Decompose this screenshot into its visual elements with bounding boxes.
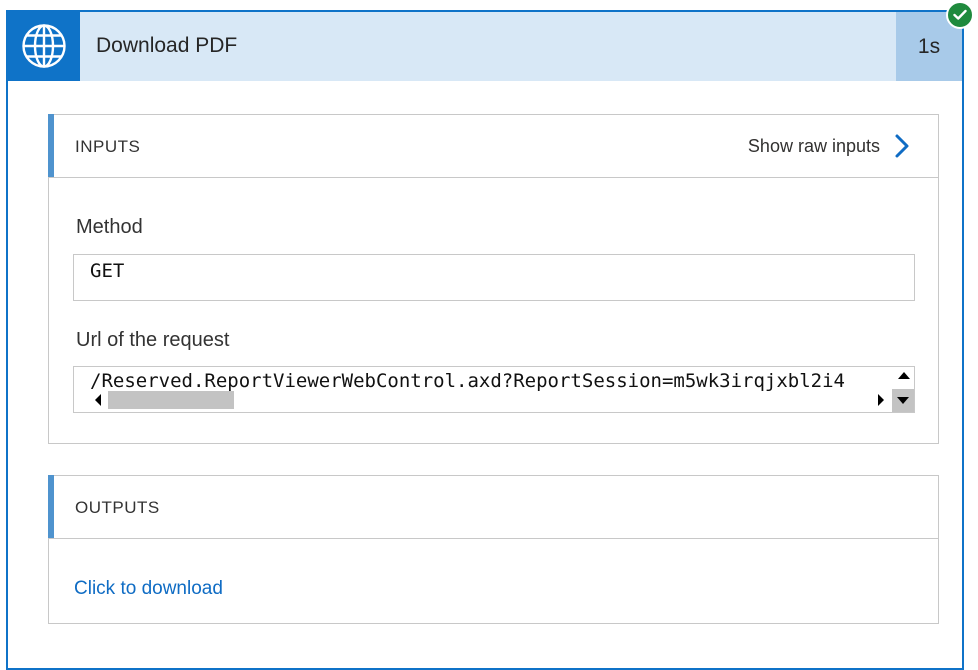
method-field-label: Method	[76, 216, 143, 238]
show-raw-inputs-label: Show raw inputs	[747, 135, 880, 156]
url-field-label: Url of the request	[76, 329, 230, 351]
click-to-download-link[interactable]: Click to download	[74, 578, 223, 600]
inputs-section-header: INPUTS Show raw inputs	[49, 115, 938, 178]
scroll-right-arrow-icon[interactable]	[876, 393, 886, 407]
success-status-badge	[946, 1, 974, 29]
url-horizontal-scroll-thumb[interactable]	[108, 391, 234, 409]
outputs-section: OUTPUTS Click to download	[48, 475, 939, 624]
method-field-value: GET	[90, 260, 125, 282]
inputs-section: INPUTS Show raw inputs Method GET Url of…	[48, 114, 939, 444]
inputs-section-title: INPUTS	[75, 137, 141, 156]
action-icon-box	[8, 12, 80, 81]
check-icon	[953, 9, 967, 20]
chevron-right-icon	[895, 134, 909, 158]
action-card: Download PDF 1s INPUTS Show raw inputs M…	[6, 10, 964, 670]
outputs-section-title: OUTPUTS	[75, 498, 160, 517]
action-header[interactable]: Download PDF 1s	[8, 12, 962, 81]
url-horizontal-scrollbar[interactable]	[74, 388, 914, 412]
show-raw-inputs-link[interactable]: Show raw inputs	[748, 132, 910, 160]
url-field[interactable]: /Reserved.ReportViewerWebControl.axd?Rep…	[73, 366, 915, 413]
scroll-down-arrow-icon	[897, 397, 909, 404]
scroll-left-arrow-icon[interactable]	[93, 393, 103, 407]
globe-icon	[22, 24, 66, 68]
scroll-up-arrow-icon[interactable]	[897, 369, 911, 381]
scroll-down-button[interactable]	[892, 389, 914, 412]
method-field[interactable]: GET	[73, 254, 915, 301]
outputs-section-header: OUTPUTS	[49, 476, 938, 539]
action-title: Download PDF	[96, 34, 238, 57]
